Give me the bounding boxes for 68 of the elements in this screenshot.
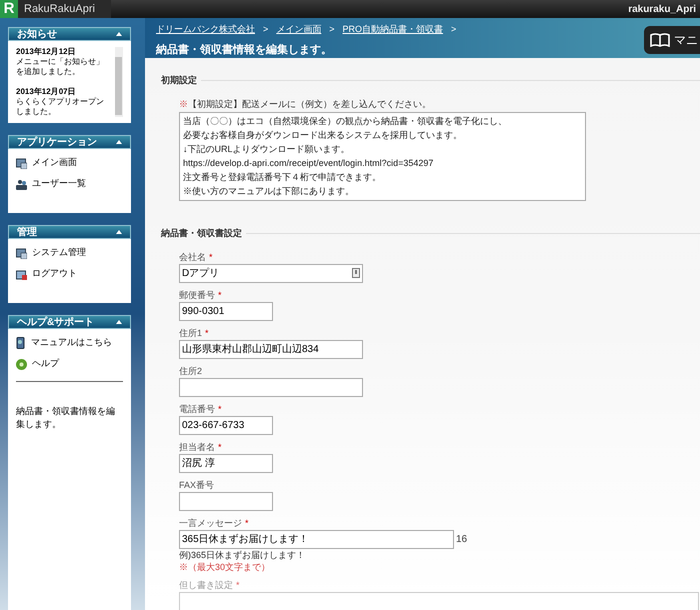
folder-icon — [16, 268, 27, 280]
manual-button[interactable]: マニ — [644, 26, 700, 54]
brand-name: RakuRakuApri — [24, 2, 95, 17]
sidebar-menu-item[interactable]: システム管理 — [16, 245, 123, 261]
field-label: 電話番号 * — [179, 402, 223, 414]
sidebar-menu-item[interactable]: ユーザー一覧 — [16, 176, 123, 192]
field-label: FAX番号 — [179, 478, 216, 490]
character-counter: 16 — [456, 532, 468, 546]
book-icon — [650, 33, 670, 47]
panel-header[interactable]: 管理 — [8, 225, 131, 239]
breadcrumb-separator: > — [263, 23, 268, 36]
breadcrumb-link[interactable]: PRO自動納品書・領収書 — [342, 23, 444, 36]
field-label: 担当者名 * — [179, 440, 223, 452]
example-text: 例)365日休まずお届けします！ — [179, 550, 306, 560]
news-text: メニューに「お知らせ」を追加しました。 — [16, 57, 105, 77]
panel-title: ヘルプ&サポート — [17, 315, 94, 330]
text-field[interactable] — [179, 592, 699, 610]
text-field[interactable]: 023-667-6733 — [179, 416, 273, 434]
sidebar-menu-item[interactable]: マニュアルはこちら — [16, 335, 123, 351]
section-title: 初期設定 — [161, 74, 197, 87]
text-field[interactable]: Dアプリ — [179, 264, 363, 282]
news-date: 2013年12月07日 — [16, 87, 77, 97]
field-label: 郵便番号 * — [179, 288, 223, 300]
instruction-note: ※【初期設定】配送メールに（例文）を差し込んでください。 — [179, 98, 432, 110]
news-date: 2013年12月12日 — [16, 47, 77, 57]
user-name[interactable]: rakuraku_Apri — [628, 2, 696, 16]
field-label: 住所2 — [179, 364, 204, 376]
panel-title: アプリケーション — [17, 135, 97, 150]
limit-note: ※（最大30文字まで） — [179, 562, 272, 572]
text-field[interactable] — [179, 492, 273, 510]
users-icon — [16, 178, 27, 190]
field-label: 一言メッセージ * — [179, 516, 250, 528]
breadcrumb-separator: > — [451, 23, 456, 36]
collapse-caret-icon[interactable] — [116, 32, 122, 36]
panel-title: お知らせ — [17, 28, 57, 42]
window-icon — [16, 248, 27, 258]
news-text: らくらくアプリオープンしました。 — [16, 97, 105, 117]
sidebar-menu-item[interactable]: ログアウト — [16, 266, 123, 282]
sidebar-menu-item[interactable]: メイン画面 — [16, 155, 123, 171]
breadcrumb-link[interactable]: メイン画面 — [276, 23, 322, 36]
logo-icon[interactable]: R — [0, 0, 18, 18]
field-label: 会社名 * — [179, 250, 214, 262]
panel-header[interactable]: お知らせ — [8, 27, 131, 41]
collapse-caret-icon[interactable] — [116, 230, 122, 234]
collapse-caret-icon[interactable] — [116, 320, 122, 324]
book-icon — [16, 337, 26, 349]
breadcrumb-separator: > — [329, 23, 335, 36]
page-title: 納品書・領収書情報を編集します。 — [156, 42, 333, 58]
panel-header[interactable]: ヘルプ&サポート — [8, 315, 131, 329]
text-field[interactable]: 990-0301 — [179, 302, 273, 320]
sidebar-menu-item[interactable]: ヘルプ — [16, 356, 123, 372]
field-icon — [352, 268, 360, 278]
text-field[interactable]: 365日休まずお届けします！ — [179, 530, 454, 548]
page-description: 納品書・領収書情報を編集します。 — [16, 405, 116, 431]
help-icon — [16, 358, 27, 370]
section-title: 納品書・領収書設定 — [161, 227, 242, 240]
field-label: 住所1 * — [179, 326, 210, 338]
text-area[interactable]: 当店（〇〇）はエコ（自然環境保全）の観点から納品書・領収書を電子化にし、 必要なお客様自身がダウンロード出来るシステムを採用しています。 ↓下記のURLよりダウンロード願います。 https://develop.d-apri.com/receipt/event/login.html?cid=354297 注文番号と登録電話番号下４桁で申請できます。 ※使い方のマニュアルは下部にあります。 — [179, 112, 586, 201]
field-label: 但し書き設定 * — [179, 578, 241, 590]
text-field[interactable] — [179, 378, 363, 396]
panel-title: 管理 — [17, 226, 37, 240]
collapse-caret-icon[interactable] — [116, 140, 122, 144]
breadcrumb-link[interactable]: ドリームバンク株式会社 — [156, 23, 255, 36]
text-field[interactable]: 山形県東村山郡山辺町山辺834 — [179, 340, 363, 358]
scrollbar[interactable] — [114, 47, 123, 117]
window-icon — [16, 158, 27, 168]
panel-header[interactable]: アプリケーション — [8, 135, 131, 149]
text-field[interactable]: 沼尻 淳 — [179, 454, 273, 472]
